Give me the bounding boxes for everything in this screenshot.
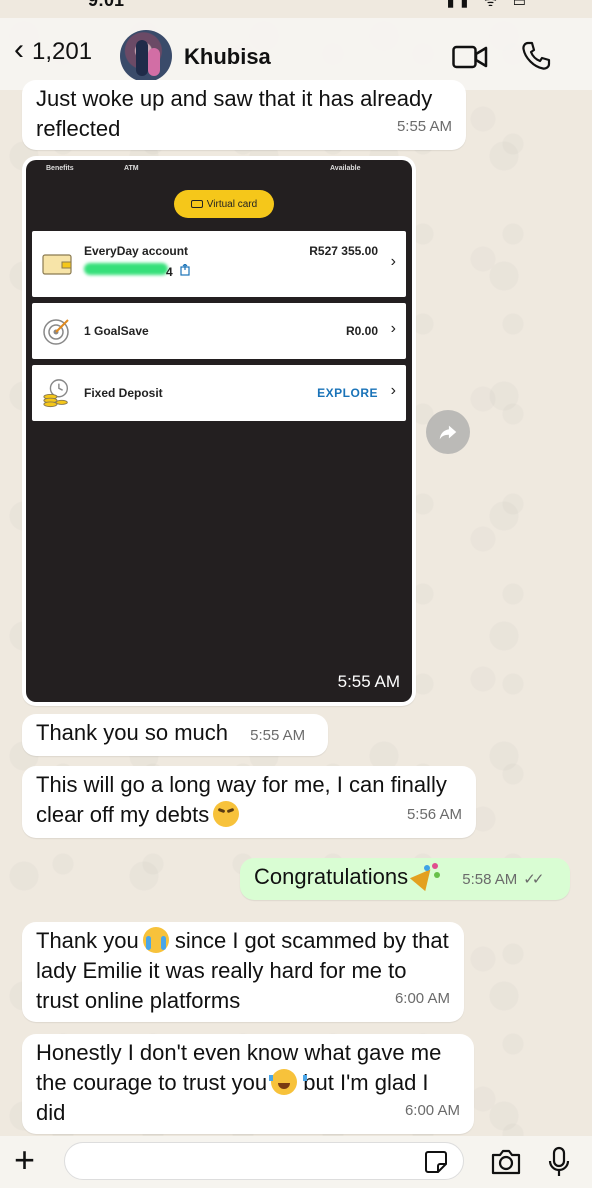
card-icon <box>190 200 203 208</box>
chevron-right-icon: › <box>390 253 396 270</box>
back-button[interactable]: ‹ 1,201 <box>14 33 93 66</box>
status-bar: 9:01 ▮▮ ᯤ ▭ <box>0 0 592 14</box>
message-time: 5:56 AM <box>406 806 462 823</box>
read-receipt-icon: ✓✓ <box>523 871 544 888</box>
account-number-tail: 4 <box>166 265 173 279</box>
account-name: 1 GoalSave <box>84 324 149 338</box>
account-name: Fixed Deposit <box>84 386 163 400</box>
message-text: This will go a long way for me, I can fi… <box>36 772 447 827</box>
target-icon <box>43 319 69 345</box>
account-balance: R527 355.00 <box>309 244 378 258</box>
microphone-icon[interactable] <box>548 1146 570 1178</box>
message-text: Congratulations <box>254 864 409 889</box>
tears-of-joy-icon <box>269 1069 308 1095</box>
wallet-icon <box>42 254 72 275</box>
account-row: 1 GoalSave R0.00 › <box>32 303 406 359</box>
chevron-right-icon: › <box>390 382 396 399</box>
account-row: Fixed Deposit EXPLORE › <box>32 365 406 421</box>
chevron-right-icon: › <box>390 320 396 337</box>
img-top-label: Available <box>330 165 361 172</box>
message-time: 6:00 AM <box>404 1102 460 1119</box>
message-time: 5:55 AM <box>250 727 306 744</box>
message-text: Thank you <box>36 928 139 953</box>
party-popper-icon <box>412 863 439 889</box>
img-top-label: Benefits <box>46 165 74 172</box>
message-time: 5:55 AM <box>396 118 452 135</box>
video-call-icon[interactable] <box>452 44 488 70</box>
message-text: Just woke up and saw that it has already… <box>36 86 433 141</box>
camera-icon[interactable] <box>490 1148 522 1176</box>
image-message[interactable]: Benefits ATM Available Virtual card Ever… <box>22 156 416 706</box>
message-bubble-outgoing[interactable]: Congratulations 5:58 AM ✓✓ <box>240 858 570 900</box>
composer-bar: + <box>0 1136 592 1188</box>
message-bubble[interactable]: Honestly I don't even know what gave me … <box>22 1034 474 1134</box>
forward-button[interactable] <box>426 410 470 454</box>
status-icons: ▮▮ ᯤ ▭ <box>446 0 532 9</box>
message-bubble[interactable]: This will go a long way for me, I can fi… <box>22 766 476 838</box>
message-bubble[interactable]: Thank you so much 5:55 AM <box>22 714 328 756</box>
phone-icon[interactable] <box>520 40 552 72</box>
chevron-left-icon: ‹ <box>14 33 24 66</box>
copy-icon <box>180 264 190 276</box>
forward-icon <box>439 425 457 440</box>
explore-link: EXPLORE <box>317 386 378 400</box>
message-time: 5:58 AM <box>462 871 518 888</box>
status-time: 9:01 <box>88 0 125 10</box>
account-balance: R0.00 <box>345 324 378 338</box>
message-time: 6:00 AM <box>394 990 450 1007</box>
message-bubble[interactable]: Just woke up and saw that it has already… <box>22 80 466 150</box>
message-text: Thank you so much <box>36 720 228 745</box>
message-input[interactable] <box>64 1142 464 1180</box>
contact-name[interactable]: Khubisa <box>184 44 271 70</box>
plus-icon[interactable]: + <box>14 1142 35 1178</box>
crying-face-icon <box>142 927 169 953</box>
account-name: EveryDay account <box>84 244 189 258</box>
message-bubble[interactable]: Thank you since I got scammed by that la… <box>22 922 464 1022</box>
banking-screenshot: Benefits ATM Available Virtual card Ever… <box>26 160 412 702</box>
weary-face-icon <box>213 801 240 827</box>
sticker-icon[interactable] <box>424 1150 448 1174</box>
unread-count: 1,201 <box>32 38 93 65</box>
avatar[interactable] <box>120 30 172 82</box>
message-time: 5:55 AM <box>337 672 400 691</box>
redaction-mark <box>84 263 168 275</box>
account-row: EveryDay account R527 355.00 4 › <box>32 231 406 297</box>
virtual-card-button: Virtual card <box>174 190 274 218</box>
img-top-label: ATM <box>124 165 139 172</box>
virtual-card-label: Virtual card <box>206 198 258 210</box>
coins-clock-icon <box>43 379 69 408</box>
